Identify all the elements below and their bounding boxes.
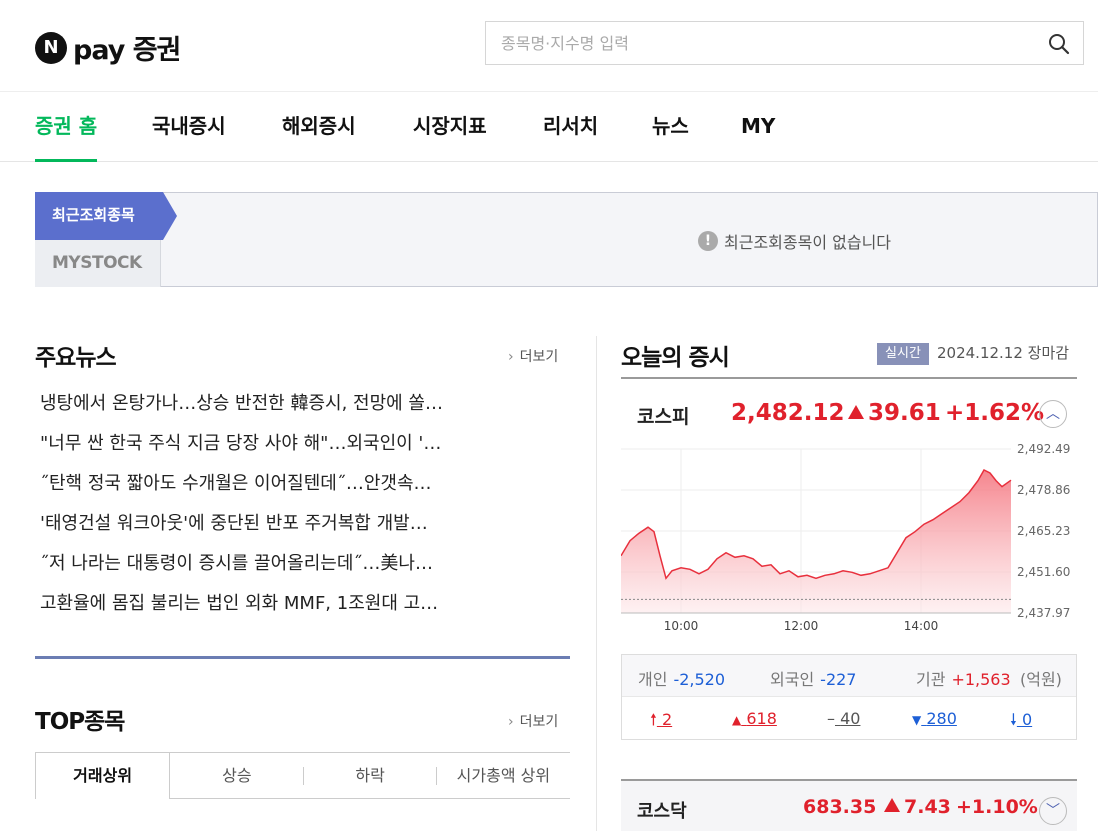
market-section-title: 오늘의 증시 bbox=[621, 345, 730, 371]
kospi-area bbox=[621, 470, 1011, 613]
down-count[interactable]: ▼ 280 bbox=[912, 709, 957, 728]
y-tick-label: 2,478.86 bbox=[1017, 483, 1070, 497]
news-section-title: 주요뉴스 bbox=[35, 345, 117, 371]
npay-logo[interactable]: N pay 증권 bbox=[35, 28, 181, 67]
flat-count[interactable]: – 40 bbox=[827, 709, 860, 728]
search-icon[interactable] bbox=[1047, 32, 1071, 56]
arrow-down-icon: 🠗 bbox=[1010, 710, 1017, 729]
x-tick-label: 10:00 bbox=[664, 619, 699, 633]
small-down-triangle-icon: ▼ bbox=[912, 713, 922, 727]
upper-limit-value: 2 bbox=[661, 710, 673, 729]
kospi-rate: +1.62% bbox=[945, 400, 1045, 426]
kosdaq-name: 코스닥 bbox=[637, 801, 687, 822]
recent-stocks-panel: 최근조회종목 MYSTOCK ! 최근조회종목이 없습니다 bbox=[35, 192, 1098, 287]
tab-rising[interactable]: 상승 bbox=[170, 753, 304, 798]
y-tick-label: 2,492.49 bbox=[1017, 442, 1070, 456]
nav-overseas[interactable]: 해외증시 bbox=[282, 92, 356, 162]
dash-icon: – bbox=[827, 709, 835, 728]
tab-recent-stocks[interactable]: 최근조회종목 bbox=[35, 192, 163, 240]
up-count[interactable]: ▲ 618 bbox=[732, 709, 777, 728]
news-item[interactable]: ˝탄핵 정국 짧아도 수개월은 이어질텐데˝…안갯속… bbox=[40, 464, 570, 504]
flat-value: 40 bbox=[840, 709, 861, 728]
kosdaq-row[interactable]: 코스닥 683.35 7.43 +1.10% ﹀ bbox=[621, 781, 1077, 831]
recent-empty-message: ! 최근조회종목이 없습니다 bbox=[698, 229, 891, 253]
nav-news[interactable]: 뉴스 bbox=[652, 92, 689, 162]
header: N pay 증권 bbox=[0, 0, 1098, 92]
arrow-up-icon: 🠕 bbox=[650, 710, 657, 729]
kospi-row[interactable]: 코스피 2,482.12 39.61 +1.62% ︿ bbox=[621, 390, 1077, 440]
news-list: 냉탕에서 온탕가나…상승 반전한 韓증시, 전망에 쏠… "너무 싼 한국 주식… bbox=[40, 384, 570, 624]
lower-limit-count[interactable]: 🠗 0 bbox=[1010, 709, 1032, 736]
investor-row: 개인 -2,520 외국인 -227 기관 +1,563 (억원) bbox=[622, 655, 1076, 697]
x-tick-label: 12:00 bbox=[784, 619, 819, 633]
institution-value: +1,563 bbox=[951, 670, 1011, 689]
institution: 기관 +1,563 bbox=[916, 666, 1011, 690]
chevron-down-icon[interactable]: ﹀ bbox=[1039, 797, 1067, 825]
upper-limit-count[interactable]: 🠕 2 bbox=[650, 709, 672, 736]
market-top-border bbox=[621, 377, 1077, 379]
kospi-value: 2,482.12 bbox=[731, 400, 845, 426]
y-tick-label: 2,437.97 bbox=[1017, 606, 1070, 620]
tab-arrow bbox=[163, 192, 177, 240]
search-input[interactable] bbox=[486, 22, 1026, 64]
news-item[interactable]: ˝저 나라는 대통령이 증시를 끌어올리는데˝…美나… bbox=[40, 544, 570, 584]
market-date: 2024.12.12 장마감 bbox=[937, 342, 1069, 363]
kospi-intraday-chart: 2,492.49 2,478.86 2,465.23 2,451.60 2,437.97… bbox=[621, 442, 1070, 633]
lower-limit-value: 0 bbox=[1021, 710, 1033, 729]
down-value: 280 bbox=[926, 709, 957, 728]
y-tick-label: 2,465.23 bbox=[1017, 524, 1070, 538]
news-item[interactable]: 고환율에 몸집 불리는 법인 외화 MMF, 1조원대 고… bbox=[40, 584, 570, 624]
top-section-title: TOP종목 bbox=[35, 709, 125, 735]
up-triangle-icon bbox=[884, 798, 900, 812]
x-tick-label: 14:00 bbox=[904, 619, 939, 633]
kosdaq-change: 7.43 bbox=[884, 796, 951, 818]
news-item[interactable]: '태영건설 워크아웃'에 중단된 반포 주거복합 개발… bbox=[40, 504, 570, 544]
naver-logo-icon: N bbox=[35, 31, 67, 64]
search-box bbox=[485, 21, 1084, 65]
nav-my[interactable]: MY bbox=[741, 92, 775, 162]
investor-panel: 개인 -2,520 외국인 -227 기관 +1,563 (억원) 🠕 2 ▲ 618… bbox=[621, 654, 1077, 740]
foreign-label: 외국인 bbox=[770, 670, 815, 689]
top-tabs: 거래상위 상승 하락 시가총액 상위 bbox=[35, 752, 570, 799]
small-up-triangle-icon: ▲ bbox=[732, 713, 742, 727]
realtime-badge: 실시간 bbox=[877, 343, 929, 365]
tab-mystock[interactable]: MYSTOCK bbox=[35, 240, 161, 287]
individual: 개인 -2,520 bbox=[638, 666, 725, 690]
main-nav: 증권 홈 국내증시 해외증시 시장지표 리서치 뉴스 MY bbox=[0, 92, 1098, 162]
y-tick-label: 2,451.60 bbox=[1017, 565, 1070, 579]
brand-name: pay 증권 bbox=[73, 35, 181, 66]
institution-label: 기관 bbox=[916, 670, 946, 689]
exclamation-icon: ! bbox=[698, 231, 718, 251]
nav-indicators[interactable]: 시장지표 bbox=[413, 92, 487, 162]
unit-label: (억원) bbox=[1020, 670, 1062, 689]
kospi-name: 코스피 bbox=[637, 406, 690, 428]
news-item[interactable]: "너무 싼 한국 주식 지금 당장 사야 해"…외국인이 '… bbox=[40, 424, 570, 464]
top-more-link[interactable]: 더보기 bbox=[508, 711, 559, 731]
tab-volume[interactable]: 거래상위 bbox=[35, 752, 171, 799]
kosdaq-change-value: 7.43 bbox=[904, 796, 951, 818]
nav-domestic[interactable]: 국내증시 bbox=[152, 92, 226, 162]
tab-market-cap[interactable]: 시가총액 상위 bbox=[437, 753, 570, 798]
nav-home[interactable]: 증권 홈 bbox=[35, 92, 98, 162]
nav-research[interactable]: 리서치 bbox=[543, 92, 598, 162]
up-value: 618 bbox=[746, 709, 777, 728]
empty-text: 최근조회종목이 없습니다 bbox=[724, 233, 892, 252]
chevron-up-icon[interactable]: ︿ bbox=[1039, 400, 1067, 428]
foreign: 외국인 -227 bbox=[770, 666, 856, 690]
market-status: 장마감 bbox=[1027, 344, 1070, 362]
news-item[interactable]: 냉탕에서 온탕가나…상승 반전한 韓증시, 전망에 쏠… bbox=[40, 384, 570, 424]
kosdaq-value: 683.35 bbox=[803, 796, 877, 818]
foreign-value: -227 bbox=[820, 670, 857, 689]
up-triangle-icon bbox=[848, 405, 864, 419]
date-text: 2024.12.12 bbox=[937, 344, 1023, 362]
section-divider bbox=[35, 656, 570, 659]
individual-label: 개인 bbox=[638, 670, 668, 689]
tab-falling[interactable]: 하락 bbox=[304, 753, 438, 798]
kospi-change: 39.61 bbox=[848, 400, 941, 426]
individual-value: -2,520 bbox=[673, 670, 726, 689]
kosdaq-rate: +1.10% bbox=[956, 796, 1038, 818]
kospi-change-value: 39.61 bbox=[868, 400, 941, 426]
news-more-link[interactable]: 더보기 bbox=[508, 346, 559, 366]
column-divider bbox=[596, 336, 597, 831]
